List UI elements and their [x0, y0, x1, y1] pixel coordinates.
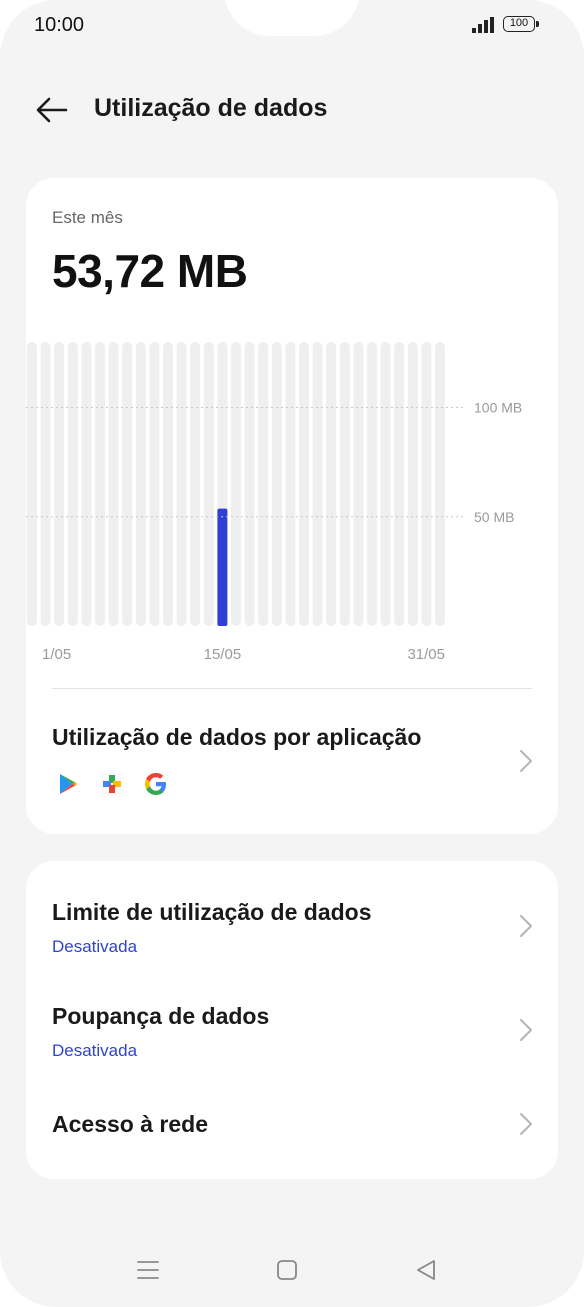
bar-track: [380, 342, 391, 626]
app-usage-row[interactable]: Utilização de dados por aplicação: [26, 708, 558, 818]
bar-track: [312, 342, 323, 626]
bar-track: [367, 342, 377, 626]
arrow-left-icon: [36, 97, 68, 123]
bar-track: [54, 342, 65, 626]
bar-track: [122, 342, 133, 626]
bar-track: [435, 342, 445, 626]
x-tick-label: 1/05: [42, 646, 71, 663]
data-limit-row[interactable]: Limite de utilização de dados Desativada: [26, 883, 558, 973]
bar-track: [135, 342, 146, 626]
signal-icon: [472, 17, 494, 33]
bar-track: [190, 342, 201, 626]
data-saver-title: Poupança de dados: [52, 1003, 270, 1029]
page-title: Utilização de dados: [94, 94, 328, 122]
battery-level: 100: [503, 16, 535, 32]
usage-card: Este mês 53,72 MB 100 MB 50 MB 1/05 15/05 31…: [26, 178, 558, 834]
network-access-row[interactable]: Acesso à rede: [26, 1091, 558, 1157]
bar-track: [353, 342, 364, 626]
data-saver-status: Desativada: [52, 1041, 138, 1060]
bar-track: [299, 342, 309, 626]
usage-chart: 100 MB 50 MB 1/05 15/05 31/05: [26, 342, 522, 663]
bar-track: [67, 342, 78, 626]
chevron-right-icon: [520, 1019, 532, 1041]
bar-track: [81, 342, 92, 626]
bar-track: [339, 342, 350, 626]
bar-track: [176, 342, 187, 626]
status-time: 10:00: [34, 14, 85, 36]
bar-track: [244, 342, 255, 626]
bar-track: [149, 342, 160, 626]
battery-tip: [536, 21, 539, 27]
bar-track: [258, 342, 269, 626]
bar-track: [326, 342, 337, 626]
bar-track: [407, 342, 418, 626]
app-usage-title: Utilização de dados por aplicação: [52, 724, 422, 750]
chevron-right-icon: [520, 1113, 532, 1135]
bar-track: [394, 342, 405, 626]
bar-track: [231, 342, 241, 626]
y-tick-label: 100 MB: [474, 400, 522, 416]
x-tick-label: 15/05: [204, 646, 242, 663]
navigation-bar: [0, 1240, 584, 1300]
menu-icon[interactable]: [134, 1256, 162, 1284]
phone-screen: 10:00 100 Utilização de dados Este mês 5…: [0, 0, 584, 1307]
bar-track: [421, 342, 432, 626]
google-play-icon: [60, 774, 78, 794]
data-saver-row[interactable]: Poupança de dados Desativada: [26, 987, 558, 1077]
x-tick-label: 31/05: [407, 646, 445, 663]
chevron-right-icon: [520, 750, 532, 772]
home-icon[interactable]: [273, 1256, 301, 1284]
battery-icon: 100: [503, 16, 541, 34]
back-button[interactable]: [30, 88, 74, 132]
bar-track: [40, 342, 51, 626]
total-usage-value: 53,72 MB: [52, 245, 248, 297]
bar-track: [108, 342, 119, 626]
divider: [52, 688, 532, 689]
back-icon[interactable]: [412, 1256, 440, 1284]
bar-track: [95, 342, 105, 626]
period-label: Este mês: [52, 208, 123, 227]
data-limit-status: Desativada: [52, 937, 138, 956]
y-tick-label: 50 MB: [474, 509, 514, 525]
chart-bar: [217, 508, 228, 626]
bar-track: [271, 342, 282, 626]
bar-track: [163, 342, 173, 626]
bar-track: [285, 342, 296, 626]
google-one-icon: [100, 772, 124, 796]
chevron-right-icon: [520, 915, 532, 937]
google-icon: [145, 773, 166, 795]
data-limit-title: Limite de utilização de dados: [52, 899, 372, 925]
bar-track: [203, 342, 214, 626]
network-access-title: Acesso à rede: [52, 1111, 208, 1137]
bar-track: [27, 342, 37, 626]
settings-card: Limite de utilização de dados Desativada…: [26, 861, 558, 1179]
status-bar: 10:00 100: [0, 0, 584, 52]
